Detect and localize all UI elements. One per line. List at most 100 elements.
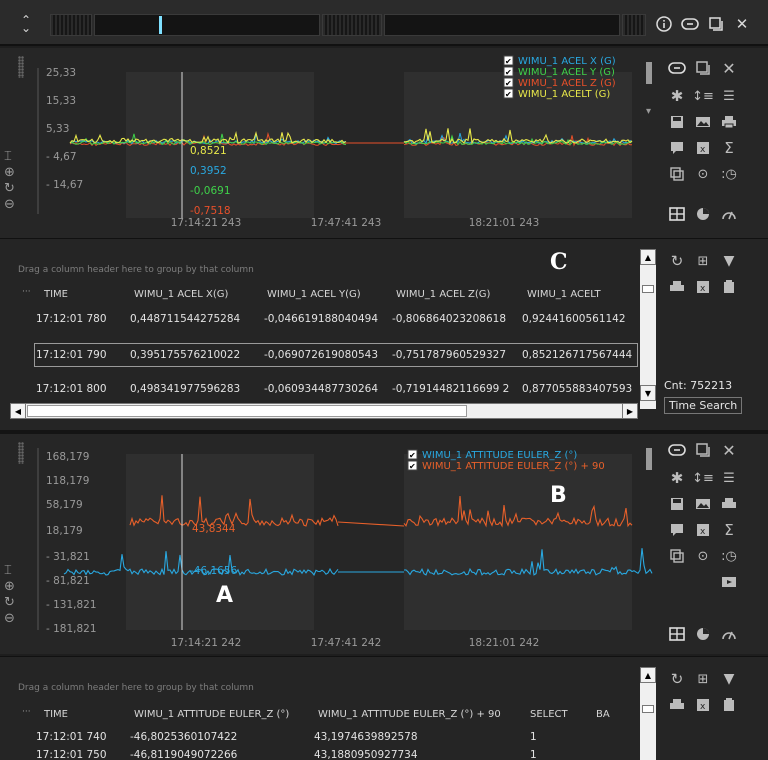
save-icon[interactable]	[666, 112, 688, 132]
popout-icon[interactable]	[692, 440, 714, 460]
clipboard-icon[interactable]	[718, 277, 740, 297]
scroll-down-icon[interactable]: ▼	[640, 385, 656, 401]
sort-lines-icon[interactable]: ↕≡	[692, 86, 714, 106]
zoom-fit-icon[interactable]: ⌶	[4, 149, 12, 164]
info-icon[interactable]	[654, 14, 674, 34]
scroll-left-icon[interactable]: ◀	[10, 403, 26, 419]
list-icon[interactable]: ☰	[718, 468, 740, 488]
reset-icon[interactable]: ↻	[4, 181, 15, 196]
comment-icon[interactable]	[666, 138, 688, 158]
cell-acel-x[interactable]: 0,448711544275284	[130, 313, 240, 325]
cell-time[interactable]: 17:12:01 780	[36, 313, 107, 325]
cell-euler-z[interactable]: -46,8025360107422	[130, 731, 237, 743]
sum-icon[interactable]: Σ	[718, 520, 740, 540]
print-icon[interactable]	[666, 695, 688, 715]
cell-acel-z[interactable]: -0,751787960529327	[392, 349, 506, 361]
pie-chart-icon[interactable]	[692, 624, 714, 644]
table-icon[interactable]	[666, 204, 688, 224]
cell-time[interactable]: 17:12:01 790	[36, 349, 107, 361]
close-icon[interactable]: ✕	[718, 58, 740, 78]
filter-icon[interactable]: ▼	[718, 669, 740, 689]
timeline-cursor[interactable]	[159, 16, 162, 34]
attitude-chart[interactable]: 168,179 118,179 58,179 18,179 - 31,821 - 81,8…	[0, 434, 660, 654]
print-icon[interactable]	[666, 277, 688, 297]
cell-acelt[interactable]: 0,92441600561142	[522, 313, 626, 325]
cell-acel-y[interactable]: -0,060934487730264	[264, 383, 378, 395]
sum-icon[interactable]: Σ	[718, 138, 740, 158]
column-header-euler-z-plus-90[interactable]: WIMU_1 ATTITUDE EULER_Z (°) + 90	[318, 709, 501, 720]
cell-acelt[interactable]: 0,852126717567444	[522, 349, 636, 361]
timeline-track-right[interactable]	[384, 14, 620, 36]
scroll-up-icon[interactable]: ▲	[640, 667, 656, 683]
zoom-out-icon[interactable]: ⊖	[4, 197, 15, 212]
clipboard-icon[interactable]	[718, 695, 740, 715]
cell-acel-x[interactable]: 0,395175576210022	[130, 349, 240, 361]
scroll-up-icon[interactable]: ▲	[640, 249, 656, 265]
zoom-out-icon[interactable]: ⊖	[4, 611, 15, 626]
video-icon[interactable]	[718, 572, 740, 592]
filter-icon[interactable]: ▼	[718, 251, 740, 271]
popout-icon[interactable]	[692, 58, 714, 78]
link-icon[interactable]	[666, 58, 688, 78]
zoom-in-icon[interactable]: ⊕	[4, 579, 15, 594]
column-header-euler-z[interactable]: WIMU_1 ATTITUDE EULER_Z (°)	[134, 709, 289, 720]
timer-icon[interactable]: :◷	[718, 164, 740, 184]
refresh-icon[interactable]: ↻	[666, 669, 688, 689]
expand-collapse-icon[interactable]: ⌃ ⌄	[16, 12, 36, 36]
column-header-acel-y[interactable]: WIMU_1 ACEL Y(G)	[267, 289, 361, 300]
column-header-acel-z[interactable]: WIMU_1 ACEL Z(G)	[396, 289, 490, 300]
popout-icon[interactable]	[706, 14, 726, 34]
time-search-button[interactable]: Time Search	[664, 397, 743, 414]
cell-time[interactable]: 17:12:01 800	[36, 383, 107, 395]
timer-icon[interactable]: :◷	[718, 546, 740, 566]
marker-clock-icon[interactable]: ⊙	[692, 164, 714, 184]
duplicate-icon[interactable]	[666, 546, 688, 566]
timeline-track-left[interactable]	[94, 14, 320, 36]
save-icon[interactable]	[666, 494, 688, 514]
cell-select[interactable]: 1	[530, 749, 537, 760]
image-icon[interactable]	[692, 494, 714, 514]
close-icon[interactable]: ✕	[718, 440, 740, 460]
column-header-time[interactable]: TIME	[44, 289, 68, 300]
print-icon[interactable]	[718, 112, 740, 132]
cell-euler-z-plus-90[interactable]: 43,1974639892578	[314, 731, 418, 743]
print-icon[interactable]	[718, 494, 740, 514]
zoom-in-icon[interactable]: ⊕	[4, 165, 15, 180]
link-icon[interactable]	[666, 440, 688, 460]
horizontal-scroll-thumb[interactable]	[27, 405, 467, 417]
duplicate-icon[interactable]	[666, 164, 688, 184]
cell-acel-z[interactable]: -0,806864023208618	[392, 313, 506, 325]
row-menu-icon[interactable]: ···	[22, 287, 31, 297]
cell-acel-y[interactable]: -0,069072619080543	[264, 349, 378, 361]
column-header-acel-x[interactable]: WIMU_1 ACEL X(G)	[134, 289, 228, 300]
pie-chart-icon[interactable]	[692, 204, 714, 224]
scroll-thumb[interactable]	[642, 705, 654, 713]
columns-icon[interactable]: ⊞	[692, 251, 714, 271]
zoom-fit-icon[interactable]: ⌶	[4, 563, 12, 578]
cell-acel-y[interactable]: -0,046619188040494	[264, 313, 378, 325]
settings-gear-icon[interactable]: ✱	[666, 86, 688, 106]
gauge-icon[interactable]	[718, 204, 740, 224]
image-icon[interactable]	[692, 112, 714, 132]
link-icon[interactable]	[680, 14, 700, 34]
reset-icon[interactable]: ↻	[4, 595, 15, 610]
refresh-icon[interactable]: ↻	[666, 251, 688, 271]
excel-icon[interactable]: x	[692, 138, 714, 158]
cell-acel-x[interactable]: 0,498341977596283	[130, 383, 240, 395]
list-icon[interactable]: ☰	[718, 86, 740, 106]
settings-gear-icon[interactable]: ✱	[666, 468, 688, 488]
table-icon[interactable]	[666, 624, 688, 644]
row-menu-icon[interactable]: ···	[22, 707, 31, 717]
horizontal-scrollbar[interactable]	[10, 403, 638, 419]
column-header-select[interactable]: SELECT	[530, 709, 568, 720]
cell-select[interactable]: 1	[530, 731, 537, 743]
cell-time[interactable]: 17:12:01 750	[36, 749, 107, 760]
cell-time[interactable]: 17:12:01 740	[36, 731, 107, 743]
excel-icon[interactable]: x	[692, 277, 714, 297]
scroll-thumb[interactable]	[642, 285, 654, 293]
legend-scrollbar[interactable]	[646, 448, 652, 470]
sort-lines-icon[interactable]: ↕≡	[692, 468, 714, 488]
close-icon[interactable]: ✕	[732, 14, 752, 34]
cell-acel-z[interactable]: -0,71914482116699 2	[392, 383, 509, 395]
column-header-ba[interactable]: BA	[596, 709, 610, 720]
